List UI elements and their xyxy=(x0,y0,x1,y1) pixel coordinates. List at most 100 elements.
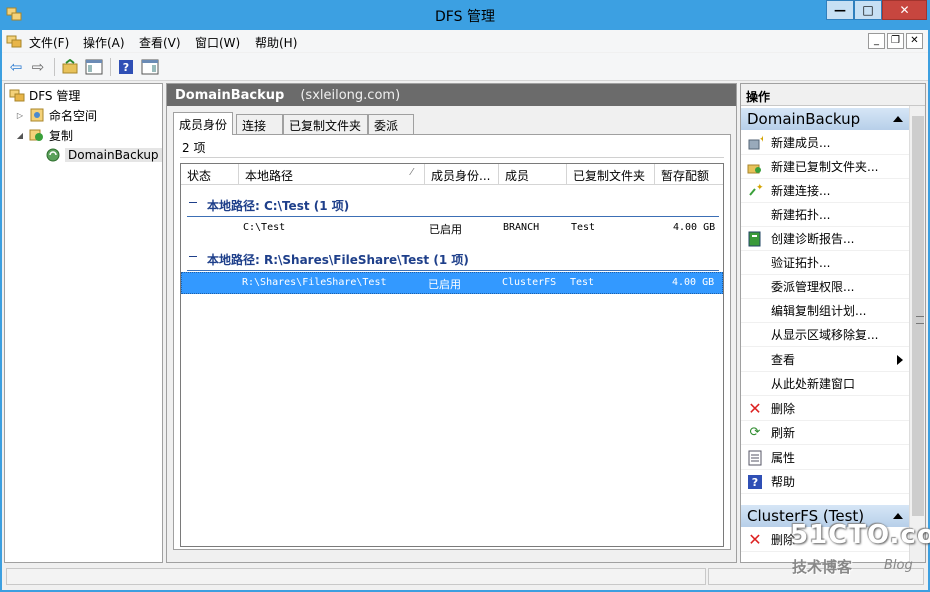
action-delete[interactable]: ✕ 删除 xyxy=(741,397,909,421)
cell-membership: 已启用 xyxy=(428,278,461,291)
refresh-icon: ⟳ xyxy=(749,425,761,440)
action-new-window-from-here[interactable]: 从此处新建窗口 xyxy=(741,372,909,396)
action-delegate-permissions[interactable]: 委派管理权限... xyxy=(741,275,909,299)
action-label: 新建成员... xyxy=(771,136,831,150)
action-label: 刷新 xyxy=(771,426,796,440)
tab-replicated-folders[interactable]: 已复制文件夹 xyxy=(283,114,368,134)
help-icon[interactable]: ? xyxy=(116,57,136,77)
tree-item-namespaces[interactable]: ▷ 命名空间 xyxy=(15,106,97,124)
tab-delegation[interactable]: 委派 xyxy=(368,114,414,134)
tree-item-domainbackup[interactable]: DomainBackup xyxy=(45,146,162,164)
action-new-replicated-folder[interactable]: 新建已复制文件夹... xyxy=(741,155,909,179)
mdi-close-button[interactable]: ✕ xyxy=(906,33,923,49)
help-icon: ? xyxy=(747,474,763,490)
up-folder-icon[interactable] xyxy=(60,57,80,77)
mdi-restore-button[interactable]: ❐ xyxy=(887,33,904,49)
membership-list[interactable]: 状态 本地路径 ⁄ 成员身份... 成员 已复制文件夹 暂存配额 本地路径: C… xyxy=(180,163,724,547)
svg-text:?: ? xyxy=(752,476,758,489)
cell-replicated-folder: Test xyxy=(571,222,596,233)
group-header[interactable]: 本地路径: R:\Shares\FileShare\Test (1 项) xyxy=(181,248,723,270)
tab-connections[interactable]: 连接 xyxy=(236,114,283,134)
console-icon[interactable] xyxy=(6,33,22,49)
report-icon xyxy=(747,231,763,247)
minimize-button[interactable]: — xyxy=(826,0,854,20)
menu-file[interactable]: 文件(F) xyxy=(29,34,69,51)
action-refresh[interactable]: ⟳ 刷新 xyxy=(741,421,909,445)
menu-help[interactable]: 帮助(H) xyxy=(255,34,297,51)
table-row[interactable]: R:\Shares\FileShare\Test 已启用 ClusterFS T… xyxy=(181,272,723,294)
divider xyxy=(180,157,724,158)
show-hide-tree-icon[interactable] xyxy=(84,57,104,77)
expand-arrow-icon[interactable]: ▷ xyxy=(15,111,25,120)
maximize-button[interactable]: □ xyxy=(854,0,882,20)
title-bar[interactable]: DFS 管理 — □ ✕ xyxy=(0,0,930,30)
new-connection-icon: ✦ xyxy=(747,183,763,199)
menu-view[interactable]: 查看(V) xyxy=(139,34,181,51)
status-bar xyxy=(4,566,926,586)
column-header-label: 本地路径 xyxy=(245,169,294,183)
action-new-connection[interactable]: ✦ 新建连接... xyxy=(741,179,909,203)
action-label: 创建诊断报告... xyxy=(771,232,855,246)
actions-section-domainbackup[interactable]: DomainBackup xyxy=(741,108,909,130)
column-header-local-path[interactable]: 本地路径 ⁄ xyxy=(239,164,425,185)
group-header[interactable]: 本地路径: C:\Test (1 项) xyxy=(181,194,723,216)
column-header-member[interactable]: 成员 xyxy=(499,164,567,185)
mmc-window: DFS 管理 — □ ✕ 文件(F) 操作(A) 查看(V) 窗口(W) 帮助(… xyxy=(0,0,930,592)
action-remove-from-display[interactable]: 从显示区域移除复... xyxy=(741,323,909,347)
collapse-group-icon[interactable] xyxy=(189,201,197,210)
table-row[interactable]: C:\Test 已启用 BRANCH Test 4.00 GB xyxy=(181,218,723,240)
collapse-section-icon[interactable] xyxy=(893,116,903,122)
grip-icon xyxy=(916,316,924,324)
item-count: 2 项 xyxy=(182,141,206,155)
column-header-staging-quota[interactable]: 暂存配额 xyxy=(655,164,723,185)
action-verify-topology[interactable]: 验证拓扑... xyxy=(741,251,909,275)
replication-group-icon xyxy=(46,148,60,162)
results-header: DomainBackup (sxleilong.com) xyxy=(167,84,736,106)
replication-icon xyxy=(29,129,43,141)
sort-indicator-icon: ⁄ xyxy=(411,167,413,178)
forward-icon[interactable]: ⇨ xyxy=(28,57,48,77)
tree-item-replication[interactable]: ◢ 复制 xyxy=(15,126,73,144)
column-header-status[interactable]: 状态 xyxy=(181,164,239,185)
action-properties[interactable]: 属性 xyxy=(741,446,909,470)
namespace-icon xyxy=(30,108,44,122)
close-button[interactable]: ✕ xyxy=(882,0,927,20)
section-label: DomainBackup xyxy=(747,110,861,128)
action-create-diagnostic-report[interactable]: 创建诊断报告... xyxy=(741,227,909,251)
watermark-brand: 51CTO.com xyxy=(790,520,930,550)
cell-member: ClusterFS xyxy=(502,277,557,288)
column-header-replicated-folder[interactable]: 已复制文件夹 xyxy=(567,164,655,185)
cell-local-path: R:\Shares\FileShare\Test xyxy=(242,277,387,288)
group-label: 本地路径: R:\Shares\FileShare\Test (1 项) xyxy=(207,252,469,267)
action-new-member[interactable]: ✦ 新建成员... xyxy=(741,131,909,155)
results-pane: DomainBackup (sxleilong.com) 成员身份 连接 已复制… xyxy=(166,83,737,563)
cell-staging-quota: 4.00 GB xyxy=(673,222,716,233)
action-label: 验证拓扑... xyxy=(771,256,831,270)
scrollbar-thumb[interactable] xyxy=(912,116,924,516)
action-help[interactable]: ? 帮助 xyxy=(741,470,909,494)
delete-icon: ✕ xyxy=(748,530,762,549)
action-view[interactable]: 查看 xyxy=(741,348,909,372)
show-hide-action-pane-icon[interactable] xyxy=(140,57,160,77)
collapse-arrow-icon[interactable]: ◢ xyxy=(15,131,25,140)
collapse-group-icon[interactable] xyxy=(189,255,197,264)
action-new-topology[interactable]: 新建拓扑... xyxy=(741,203,909,227)
back-icon[interactable]: ⇦ xyxy=(6,57,26,77)
tree-item-dfs-root[interactable]: DFS 管理 xyxy=(9,86,80,104)
tree-item-label: 复制 xyxy=(49,128,74,143)
delete-icon: ✕ xyxy=(748,399,762,418)
column-header-membership[interactable]: 成员身份... xyxy=(425,164,499,185)
menu-action[interactable]: 操作(A) xyxy=(83,34,125,51)
actions-title: 操作 xyxy=(741,84,925,106)
cell-staging-quota: 4.00 GB xyxy=(672,277,715,288)
action-label: 从此处新建窗口 xyxy=(771,377,856,391)
actions-scrollbar[interactable] xyxy=(909,106,925,562)
action-label: 委派管理权限... xyxy=(771,280,855,294)
mdi-minimize-button[interactable]: _ xyxy=(868,33,885,49)
action-edit-schedule[interactable]: 编辑复制组计划... xyxy=(741,299,909,323)
menu-window[interactable]: 窗口(W) xyxy=(195,34,240,51)
tab-membership[interactable]: 成员身份 xyxy=(173,112,234,135)
collapse-section-icon[interactable] xyxy=(893,513,903,519)
group-divider xyxy=(187,216,719,217)
group-divider xyxy=(187,270,719,271)
